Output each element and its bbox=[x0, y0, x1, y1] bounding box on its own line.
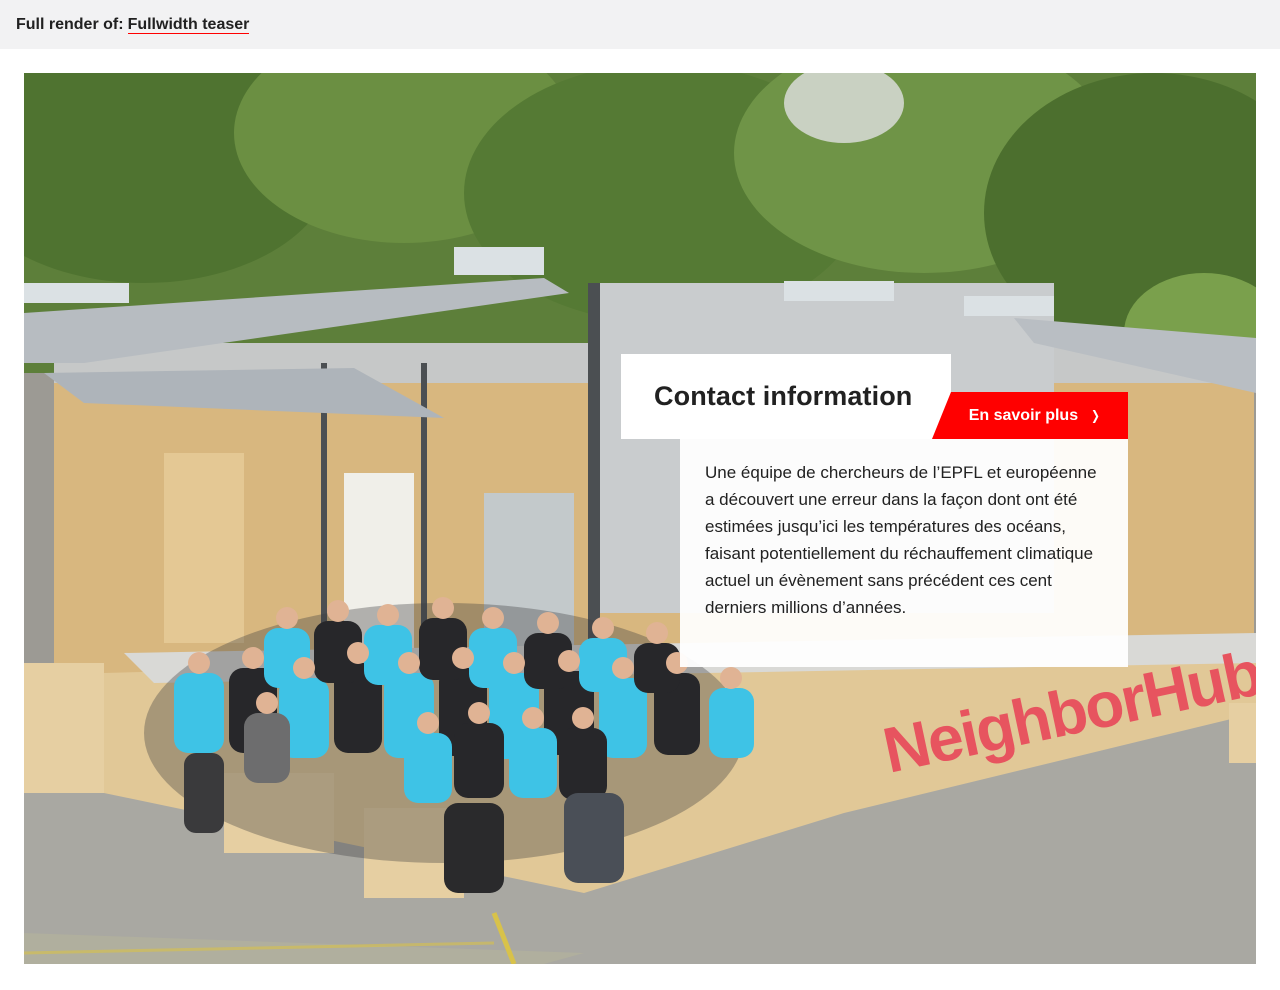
render-header: Full render of: Fullwidth teaser bbox=[0, 0, 1280, 49]
chevron-right-icon: ❯ bbox=[1091, 407, 1100, 423]
teaser-title: Contact information bbox=[654, 381, 913, 411]
fullwidth-teaser-link[interactable]: Fullwidth teaser bbox=[127, 16, 250, 34]
teaser-body-box: Une équipe de chercheurs de l’EPFL et eu… bbox=[680, 439, 1128, 667]
cta-label: En savoir plus bbox=[968, 406, 1079, 424]
fullwidth-teaser: NeighborHub Contact information En savoi… bbox=[24, 73, 1256, 964]
render-prefix-label: Full render of: bbox=[16, 15, 124, 33]
teaser-title-box: Contact information bbox=[621, 354, 951, 439]
en-savoir-plus-button[interactable]: En savoir plus ❯ bbox=[932, 392, 1128, 439]
teaser-description: Une équipe de chercheurs de l’EPFL et eu… bbox=[705, 463, 1097, 617]
